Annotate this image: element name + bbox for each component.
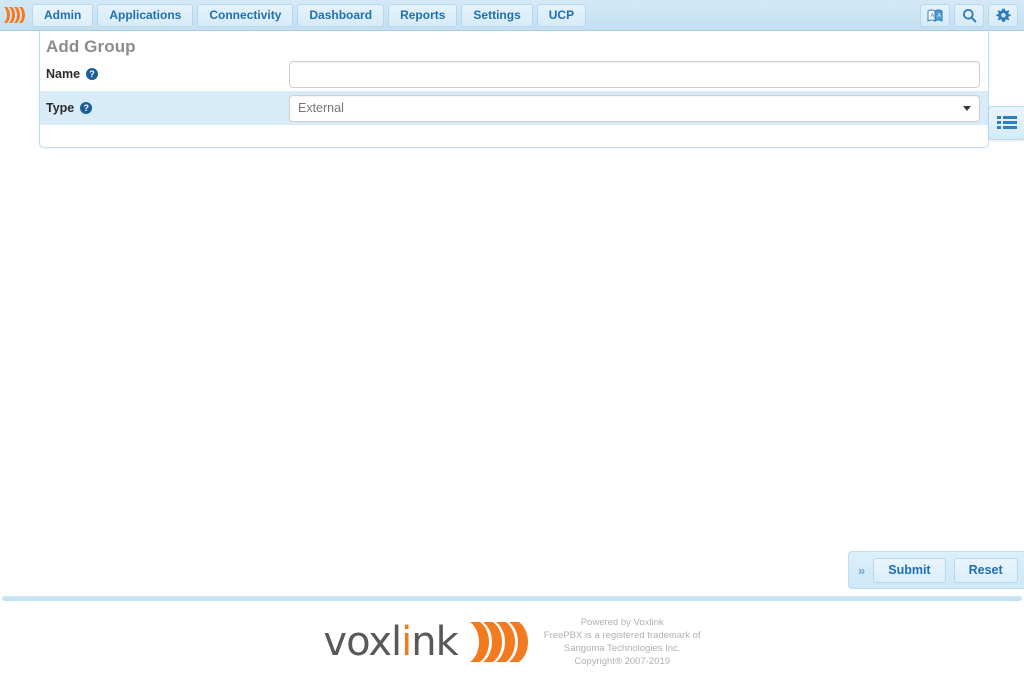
type-select[interactable]: External — [289, 94, 980, 122]
nav-reports-label: Reports — [400, 8, 446, 22]
nav-dashboard[interactable]: Dashboard — [297, 3, 385, 27]
reset-button[interactable]: Reset — [953, 557, 1018, 583]
footer-legal-line-2: FreePBX is a registered trademark of — [543, 630, 701, 641]
type-help-icon[interactable]: ? — [80, 102, 93, 114]
type-select-value: External — [298, 101, 344, 115]
brand-logo[interactable] — [0, 0, 30, 31]
form-row-type: Type ? External — [40, 91, 988, 125]
nav-connectivity-label: Connectivity — [209, 8, 282, 22]
primary-nav-list: Admin Applications Connectivity Dashboar… — [30, 3, 587, 27]
nav-ucp[interactable]: UCP — [536, 3, 587, 27]
nav-reports[interactable]: Reports — [388, 3, 458, 27]
footer-legal-text: Powered by Voxlink FreePBX is a register… — [544, 616, 701, 668]
language-translate-icon: A A — [927, 8, 942, 22]
nav-applications-label: Applications — [109, 8, 182, 22]
name-label: Name — [46, 67, 81, 81]
reset-button-label: Reset — [968, 563, 1003, 577]
nav-settings-label: Settings — [473, 8, 521, 22]
name-input[interactable] — [289, 60, 980, 88]
search-icon — [962, 8, 976, 22]
page-title: Add Group — [46, 37, 136, 56]
language-button[interactable]: A A — [920, 3, 950, 27]
add-group-panel: Add Group Name ? Type ? External — [39, 31, 989, 148]
svg-text:A: A — [937, 13, 941, 19]
nav-dashboard-label: Dashboard — [309, 8, 373, 22]
list-view-icon — [997, 116, 1017, 129]
nav-admin[interactable]: Admin — [32, 3, 94, 27]
type-label: Type — [46, 101, 75, 115]
footer-logo-text: voxlink — [323, 619, 459, 665]
type-field-wrap: External — [289, 94, 984, 122]
footer-legal-line-3: Sangoma Technologies Inc. — [563, 643, 681, 654]
submit-button[interactable]: Submit — [873, 557, 946, 583]
name-field-wrap — [289, 60, 984, 88]
list-view-button[interactable] — [988, 106, 1024, 140]
form-action-bar: » Submit Reset — [848, 551, 1024, 589]
page-footer: voxlink Powered by Voxlink FreePBX is a … — [0, 601, 1024, 683]
voxlink-swoosh-icon — [4, 7, 25, 23]
footer-legal-line-4: Copyright® 2007-2019 — [574, 656, 671, 667]
nav-settings[interactable]: Settings — [461, 3, 533, 27]
footer-legal-line-1: Powered by Voxlink — [580, 617, 664, 628]
logo-text-nk: nk — [411, 619, 459, 665]
settings-button[interactable] — [988, 3, 1018, 27]
name-help-icon[interactable]: ? — [86, 68, 99, 80]
submit-button-label: Submit — [888, 563, 931, 577]
nav-connectivity[interactable]: Connectivity — [197, 3, 294, 27]
nav-applications[interactable]: Applications — [97, 3, 194, 27]
nav-admin-label: Admin — [44, 8, 82, 22]
logo-text-vox: vox — [323, 619, 392, 665]
chevron-down-icon — [963, 105, 971, 111]
svg-text:A: A — [930, 13, 934, 19]
nav-utility-icons: A A — [920, 3, 1024, 27]
type-label-group: Type ? — [46, 101, 289, 115]
logo-text-l: l — [391, 619, 402, 665]
form-row-name: Name ? — [40, 57, 988, 91]
name-label-group: Name ? — [46, 67, 289, 81]
search-button[interactable] — [954, 3, 984, 27]
gear-icon — [995, 8, 1011, 22]
top-navigation-bar: Admin Applications Connectivity Dashboar… — [0, 0, 1024, 31]
nav-ucp-label: UCP — [548, 8, 575, 22]
voxlink-swoosh-icon — [469, 622, 528, 662]
footer-logo: voxlink — [323, 619, 528, 665]
expand-actions-button[interactable]: » — [858, 563, 865, 578]
logo-text-i-accent: i — [401, 619, 412, 665]
